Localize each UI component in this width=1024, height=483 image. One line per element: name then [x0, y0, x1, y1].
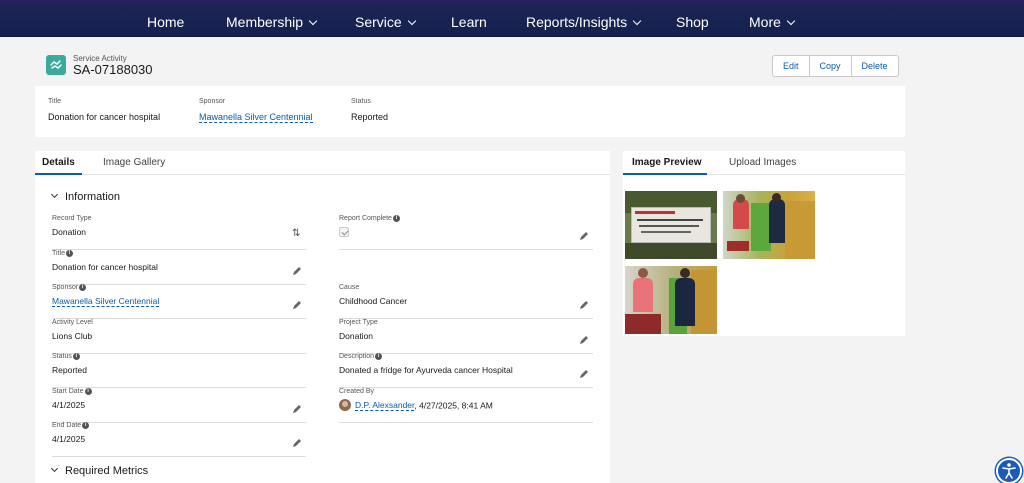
edit-pencil-icon[interactable] [579, 369, 589, 379]
avatar [339, 399, 351, 411]
nav-item-membership[interactable]: Membership [226, 3, 318, 39]
info-icon[interactable]: i [65, 250, 73, 257]
record-actions: Edit Copy Delete [772, 55, 899, 77]
nav-item-service[interactable]: Service [355, 3, 416, 39]
copy-button[interactable]: Copy [810, 56, 852, 76]
sponsor-link[interactable]: Mawanella Silver Centennial [199, 112, 313, 123]
created-by-user-link[interactable]: D.P. Alexsander [355, 400, 415, 412]
active-tab-indicator [623, 173, 707, 175]
edit-pencil-icon[interactable] [292, 266, 302, 276]
chevron-down-icon [308, 16, 318, 26]
edit-pencil-icon[interactable] [579, 300, 589, 310]
gallery-image[interactable] [723, 191, 815, 259]
highlights-panel: Title Donation for cancer hospital Spons… [35, 86, 905, 137]
chevron-down-icon [786, 16, 796, 26]
highlight-title: Title Donation for cancer hospital [48, 98, 161, 122]
nav-item-more[interactable]: More [749, 3, 796, 39]
tab-details[interactable]: Details [42, 157, 75, 168]
nav-item-shop[interactable]: Shop [676, 3, 709, 39]
edit-pencil-icon[interactable] [292, 438, 302, 448]
delete-button[interactable]: Delete [852, 56, 898, 76]
report-complete-checkbox[interactable] [339, 227, 349, 237]
chevron-down-icon [50, 464, 59, 473]
details-tabs: Details Image Gallery [35, 151, 610, 175]
section-required-metrics[interactable]: Required Metrics [50, 464, 148, 477]
accessibility-icon[interactable] [996, 458, 1022, 483]
chevron-down-icon [50, 190, 59, 199]
field-record-type: Record Type Donation ⇅ [52, 215, 306, 250]
tab-image-gallery[interactable]: Image Gallery [103, 157, 165, 168]
edit-pencil-icon[interactable] [579, 335, 589, 345]
chevron-down-icon [407, 16, 416, 26]
info-icon[interactable]: i [72, 353, 80, 360]
gallery-image[interactable] [625, 191, 717, 259]
chevron-down-icon [632, 16, 642, 26]
nav-item-reports-insights[interactable]: Reports/Insights [526, 3, 642, 39]
image-panel: Image Preview Upload Images [623, 151, 905, 336]
edit-button[interactable]: Edit [773, 56, 810, 76]
section-information[interactable]: Information [50, 190, 120, 203]
details-panel: Details Image Gallery Information Record… [35, 151, 610, 483]
info-icon[interactable]: i [82, 422, 90, 429]
record-name: SA-07188030 [73, 62, 153, 77]
service-activity-icon [46, 55, 66, 75]
highlight-status: Status Reported [351, 98, 389, 122]
gallery-image[interactable] [625, 266, 717, 334]
field-activity-level: Activity Level Lions Club [52, 319, 306, 354]
field-start-date: Start Date i 4/1/2025 [52, 388, 306, 423]
edit-pencil-icon[interactable] [292, 404, 302, 414]
top-navigation: Home Membership Service Learn Reports/In… [0, 0, 1024, 37]
info-icon[interactable]: i [84, 388, 92, 395]
edit-pencil-icon[interactable] [292, 300, 302, 310]
field-report-complete: Report Complete i [339, 215, 593, 250]
record-header: Service Activity SA-07188030 Edit Copy D… [35, 43, 905, 83]
info-icon[interactable]: i [375, 353, 383, 360]
field-cause: Cause Childhood Cancer [339, 284, 593, 319]
tab-upload-images[interactable]: Upload Images [729, 157, 796, 168]
field-description: Description i Donated a fridge for Ayurve… [339, 353, 593, 388]
image-tabs: Image Preview Upload Images [623, 151, 905, 175]
info-icon[interactable]: i [392, 215, 400, 222]
change-record-type-icon[interactable]: ⇅ [292, 228, 302, 239]
tab-image-preview[interactable]: Image Preview [632, 157, 701, 168]
field-end-date: End Date i 4/1/2025 [52, 422, 306, 457]
field-sponsor: Sponsor i Mawanella Silver Centennial [52, 284, 306, 319]
field-project-type: Project Type Donation [339, 319, 593, 354]
active-tab-indicator [35, 173, 82, 175]
nav-item-home[interactable]: Home [147, 3, 184, 39]
edit-pencil-icon[interactable] [579, 231, 589, 241]
field-created-by: Created By D.P. Alexsander, 4/27/2025, 8… [339, 388, 593, 423]
nav-item-learn[interactable]: Learn [451, 3, 487, 39]
field-title: Title i Donation for cancer hospital [52, 250, 306, 285]
sponsor-field-link[interactable]: Mawanella Silver Centennial [52, 296, 160, 307]
field-status: Status i Reported [52, 353, 306, 388]
highlight-sponsor: Sponsor Mawanella Silver Centennial [199, 98, 313, 123]
info-icon[interactable]: i [79, 284, 87, 291]
